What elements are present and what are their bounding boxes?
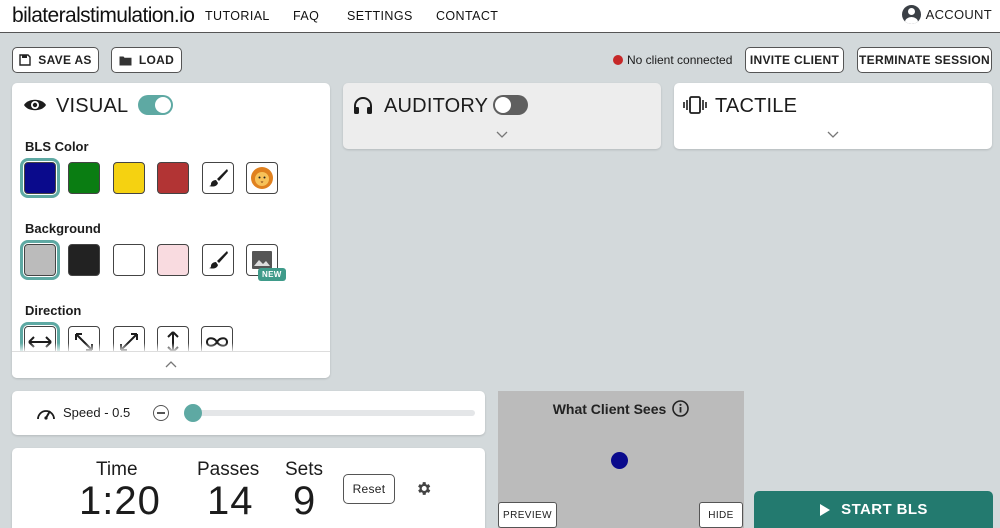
background-color-swatch-3[interactable] [113,244,145,276]
preview-ball [611,452,628,469]
speed-decrease-button[interactable] [153,405,169,421]
speed-panel: Speed - 0.5 [12,391,485,435]
connection-status: No client connected [613,53,732,67]
visual-title: VISUAL [56,95,129,117]
load-label: LOAD [138,53,175,67]
top-navigation-bar: bilateralstimulation.io TUTORIAL FAQ SET… [0,0,1000,33]
play-icon [820,503,831,516]
account-label: ACCOUNT [925,7,992,22]
site-logo[interactable]: bilateralstimulation.io [12,4,195,28]
time-value: 1:20 [79,479,161,523]
eye-icon [24,99,46,111]
info-icon[interactable] [672,400,690,417]
visual-toggle[interactable] [138,95,173,115]
background-color-swatch-4[interactable] [157,244,189,276]
paintbrush-icon [209,251,228,269]
nav-settings[interactable]: SETTINGS [347,9,413,23]
image-icon [252,251,272,269]
chevron-up-icon [165,361,177,368]
start-bls-button[interactable]: START BLS [754,491,993,528]
background-color-swatch-1[interactable] [20,240,60,280]
time-label: Time [96,459,138,480]
auditory-panel[interactable]: AUDITORY [343,83,661,149]
bls-color-label: BLS Color [25,139,89,154]
status-dot-icon [613,55,623,65]
speed-slider[interactable] [184,404,475,422]
headphones-icon [354,97,372,114]
background-color-swatch-2[interactable] [68,244,100,276]
session-panel: Time 1:20 Passes 14 Sets 9 Reset [12,448,485,528]
character-ball-button[interactable] [246,162,278,194]
visual-collapse-bar[interactable] [12,351,330,378]
custom-background-button[interactable] [202,244,234,276]
passes-value: 14 [207,479,254,523]
auditory-toggle[interactable] [493,95,528,115]
status-text: No client connected [627,53,733,67]
preview-title: What Client Sees [552,400,667,417]
invite-client-button[interactable]: INVITE CLIENT [745,47,844,73]
visual-panel: VISUAL BLS Color Background NEW Directio… [12,83,330,378]
reset-button[interactable]: Reset [343,474,395,504]
save-as-label: SAVE AS [38,53,92,67]
speed-label: Speed - 0.5 [63,405,131,420]
sets-value: 9 [293,479,317,523]
hide-button[interactable]: HIDE [699,502,743,528]
bls-color-swatch-3[interactable] [113,162,145,194]
chevron-down-icon [827,131,839,138]
chevron-down-icon [496,131,508,138]
nav-tutorial[interactable]: TUTORIAL [205,9,270,23]
save-as-button[interactable]: SAVE AS [12,47,99,73]
tactile-title: TACTILE [715,95,798,117]
speedometer-icon [37,410,55,420]
direction-label: Direction [25,303,82,318]
custom-color-button[interactable] [202,162,234,194]
save-icon [19,54,31,66]
bls-color-swatch-1[interactable] [20,158,60,198]
background-label: Background [25,221,101,236]
start-bls-label: START BLS [841,501,928,518]
minus-icon [157,412,165,414]
gear-icon[interactable] [415,480,432,497]
paintbrush-icon [209,169,228,187]
account-menu[interactable]: ACCOUNT [901,5,992,24]
terminate-session-button[interactable]: TERMINATE SESSION [857,47,992,73]
bls-color-swatch-2[interactable] [68,162,100,194]
load-button[interactable]: LOAD [111,47,182,73]
toggle-knob [495,97,511,113]
client-preview-panel: What Client Sees PREVIEW HIDE [498,391,744,528]
nav-faq[interactable]: FAQ [293,9,319,23]
preview-button[interactable]: PREVIEW [498,502,557,528]
speed-slider-thumb[interactable] [184,404,202,422]
toggle-knob [155,97,171,113]
preview-header: What Client Sees [498,400,744,417]
bls-color-swatch-4[interactable] [157,162,189,194]
new-badge: NEW [258,268,286,281]
passes-label: Passes [197,459,260,480]
lion-icon [251,167,273,189]
vibration-icon [683,96,707,114]
sets-label: Sets [285,459,324,480]
auditory-title: AUDITORY [384,95,489,117]
tactile-panel[interactable]: TACTILE [674,83,992,149]
account-icon [901,5,921,24]
nav-contact[interactable]: CONTACT [436,9,498,23]
folder-icon [119,56,132,65]
